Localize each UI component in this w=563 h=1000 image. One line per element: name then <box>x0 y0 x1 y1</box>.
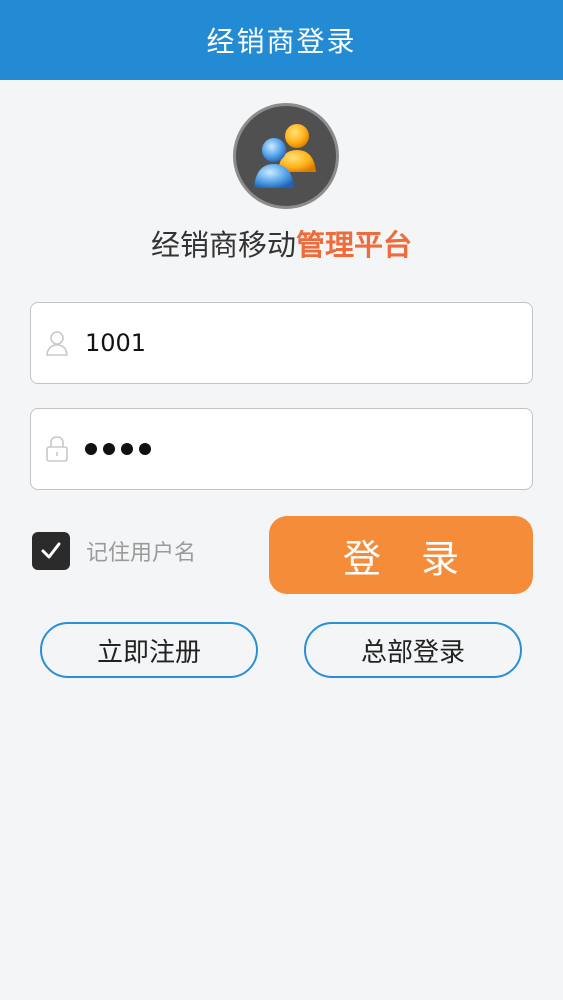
check-icon <box>41 542 61 559</box>
login-button[interactable]: 登录 <box>269 516 533 594</box>
password-field[interactable] <box>30 408 533 490</box>
username-value[interactable]: 1001 <box>85 329 146 357</box>
remember-username[interactable]: 记住用户名 <box>32 532 196 570</box>
app-header: 经销商登录 <box>0 0 563 80</box>
register-button[interactable]: 立即注册 <box>40 622 258 678</box>
lock-icon <box>46 436 68 462</box>
header-title: 经销商登录 <box>206 25 357 58</box>
subtitle-text: 经销商移动 <box>150 228 296 262</box>
users-icon <box>233 103 339 209</box>
password-value[interactable] <box>85 443 151 455</box>
platform-subtitle: 经销商移动管理平台 <box>0 222 563 264</box>
username-field[interactable]: 1001 <box>30 302 533 384</box>
remember-checkbox[interactable] <box>32 532 70 570</box>
subtitle-highlight: 管理平台 <box>296 228 413 262</box>
hq-login-button[interactable]: 总部登录 <box>304 622 522 678</box>
user-icon <box>46 331 68 356</box>
remember-label: 记住用户名 <box>86 541 197 566</box>
